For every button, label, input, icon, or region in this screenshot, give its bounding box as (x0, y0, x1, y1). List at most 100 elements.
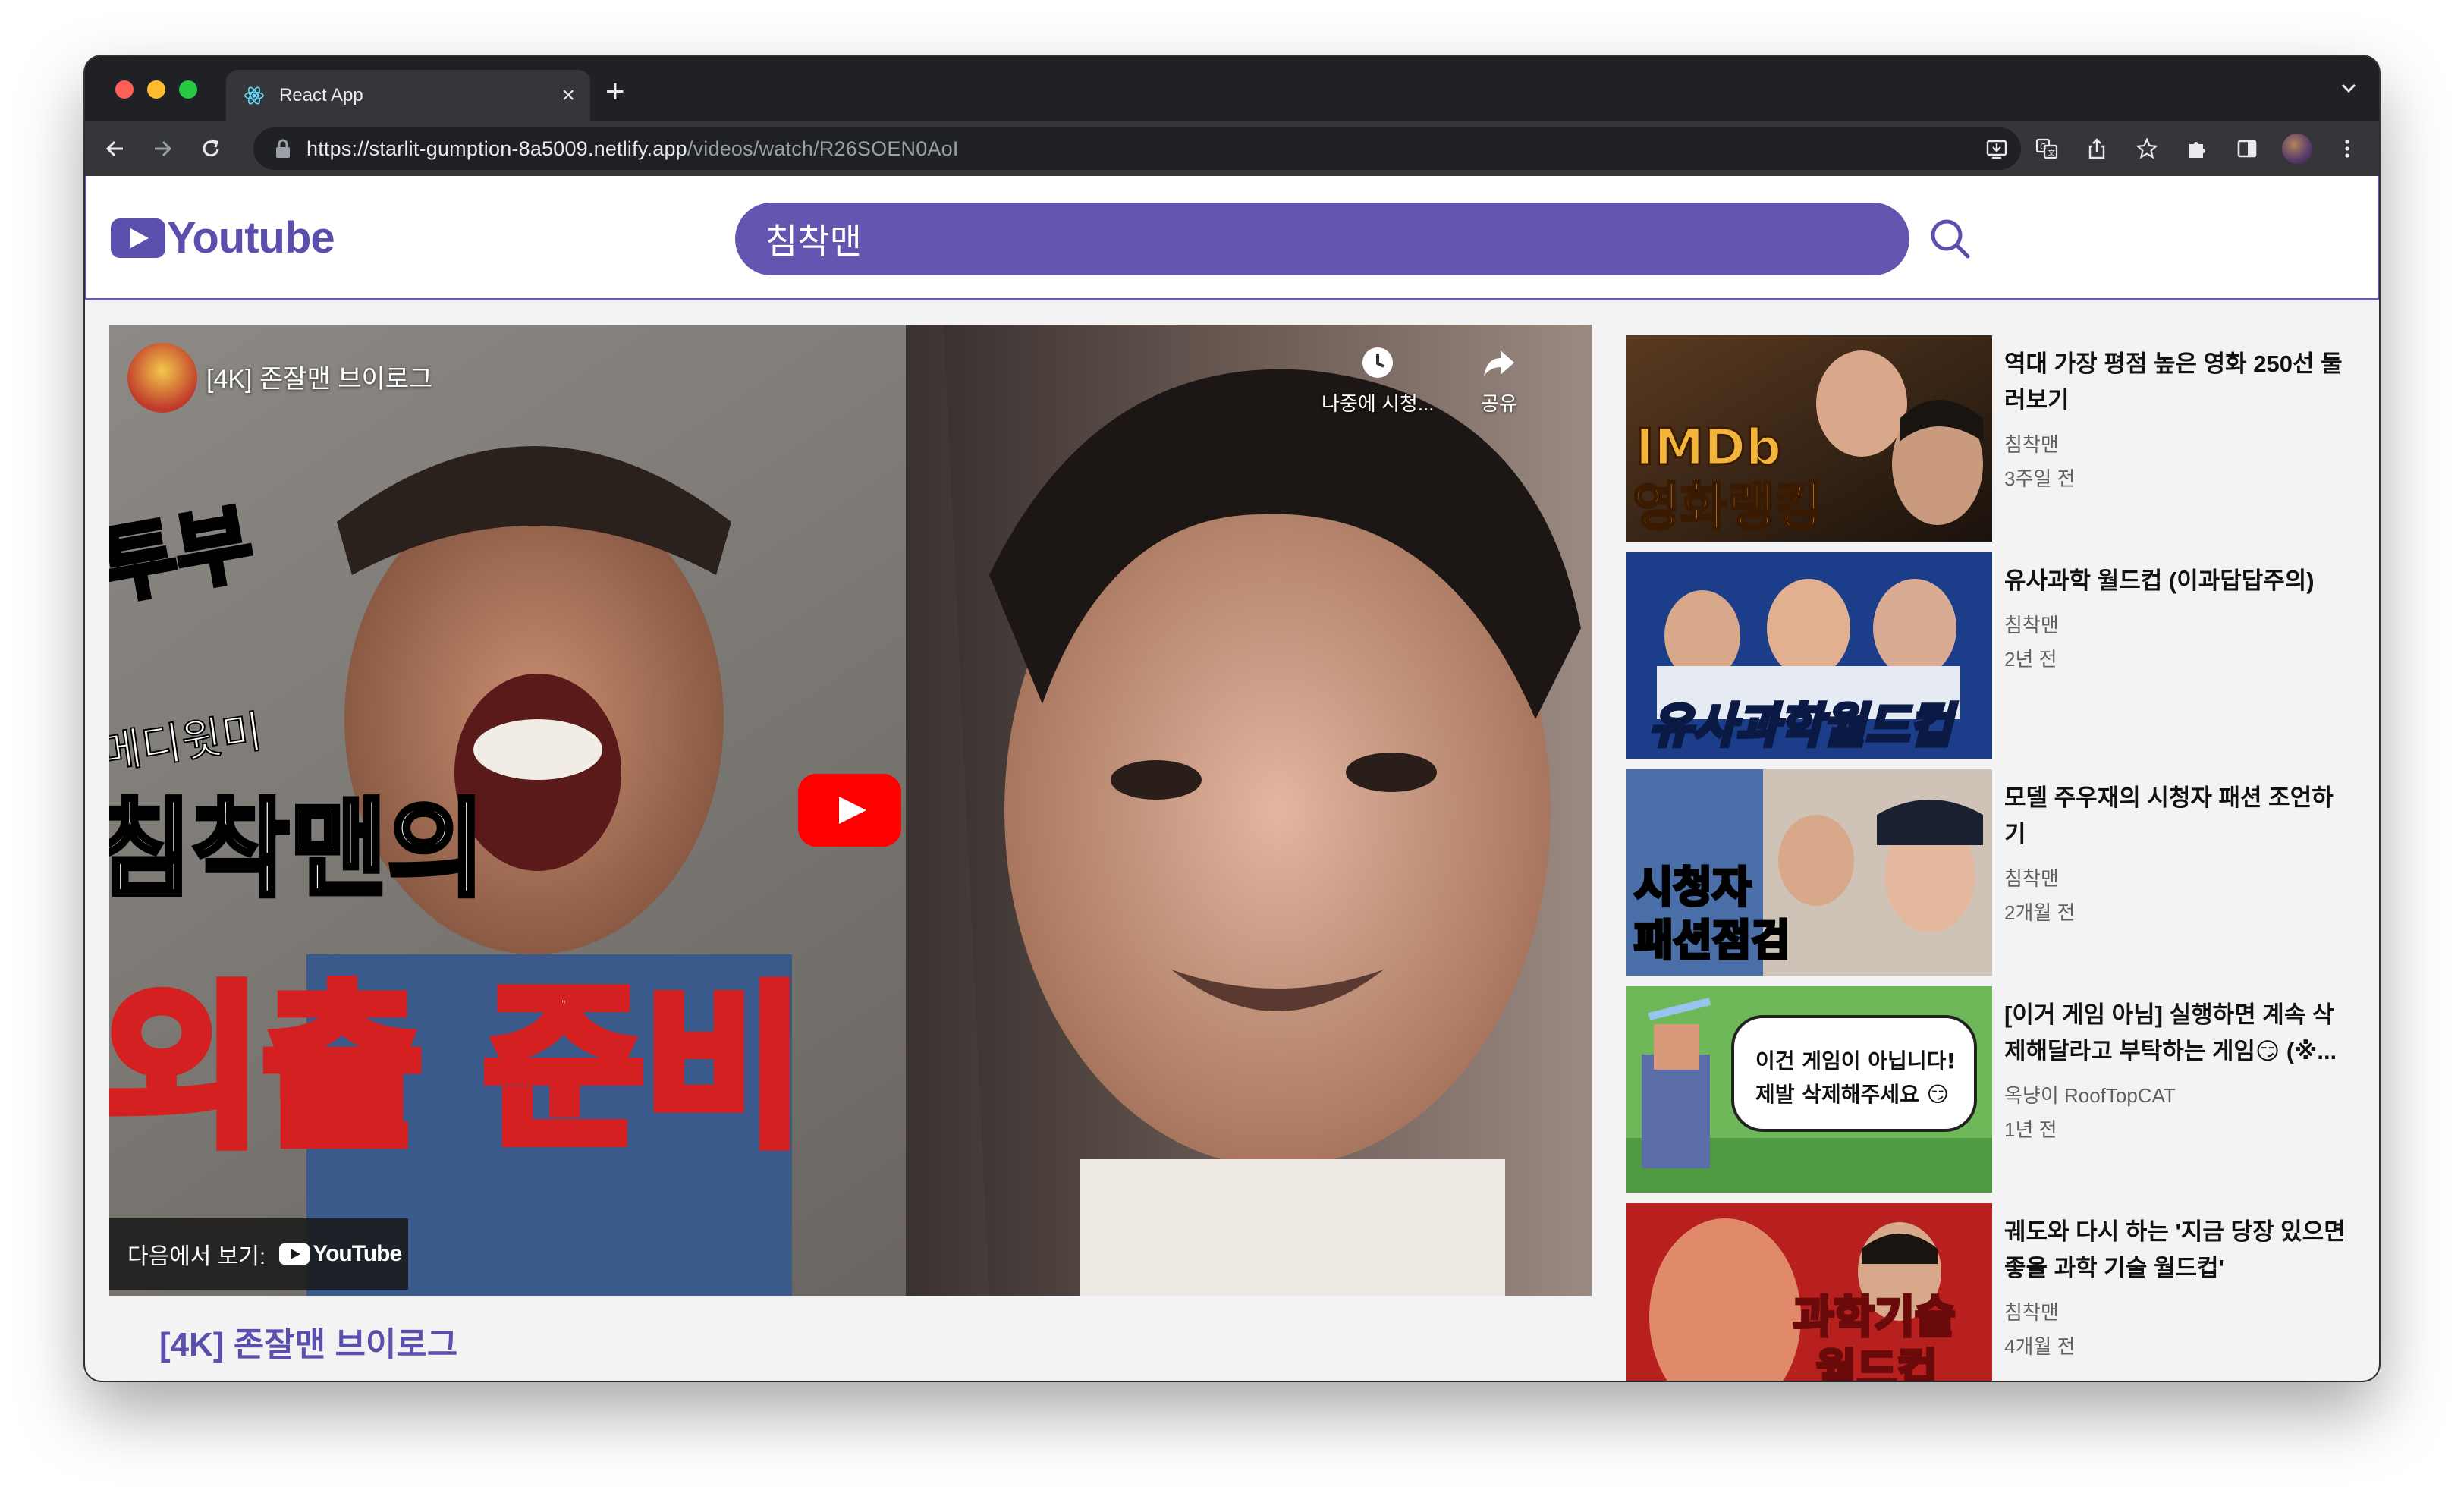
thumb-text-line: 영화랭킹 (1633, 478, 1822, 538)
search-icon[interactable] (1925, 214, 1975, 264)
translate-icon: G文 (2035, 138, 2058, 159)
thumb-text-line: 유사과학월드컵 (1649, 698, 1957, 753)
toolbar-actions: G文 (1980, 132, 2364, 165)
thumbnail-art: 시청자 패션점검 (1626, 769, 1992, 976)
arrow-left-icon (105, 140, 123, 157)
related-videos: IMDb 영화랭킹 역대 가장 평점 높은 영화 250선 둘러보기 침착맨 3… (1626, 335, 2379, 1381)
related-video-date: 3주일 전 (2004, 467, 2076, 490)
svg-text:文: 文 (2048, 148, 2055, 158)
related-video-title[interactable]: 유사과학 월드컵 (이과답답주의) (2004, 563, 2353, 599)
related-video-channel[interactable]: 침착맨 (2004, 429, 2353, 457)
related-video-channel[interactable]: 침착맨 (2004, 863, 2353, 891)
forward-button[interactable] (146, 132, 179, 165)
thumb-text-line: 월드컵 (1816, 1344, 1938, 1381)
watch-on-youtube-button[interactable]: 다음에서 보기: YouTube (109, 1218, 408, 1290)
thumbnail-art: 유사과학월드컵 (1626, 552, 1992, 759)
side-panel-button[interactable] (2230, 132, 2264, 165)
more-vertical-icon (2345, 140, 2349, 158)
related-video-item[interactable]: 시청자 패션점검 모델 주우재의 시청자 패션 조언하기 침착맨 2개월 전 (1626, 769, 2379, 986)
extensions-button[interactable] (2180, 132, 2214, 165)
tab-close-icon[interactable]: × (561, 83, 575, 108)
thumbnail-art: 이건 게임이 아닙니다! 제발 삭제해주세요 😏 (1626, 986, 1992, 1193)
related-video-date: 1년 전 (2004, 1118, 2057, 1141)
play-button[interactable] (798, 774, 901, 847)
arrow-right-icon (155, 140, 172, 157)
thumbnail-line1: 침착맨의 (109, 788, 485, 912)
thumb-text-line: 이건 게임이 아닙니다! (1755, 1048, 1956, 1073)
related-video-title[interactable]: 궤도와 다시 하는 '지금 당장 있으면 좋을 과학 기술 월드컵' (2004, 1214, 2353, 1287)
url-host: https://starlit-gumption-8a5009.netlify.… (306, 137, 687, 160)
maximize-window-button[interactable] (179, 80, 197, 99)
window-controls (115, 80, 197, 99)
video-title: [4K] 존잘맨 브이로그 (159, 1326, 458, 1363)
minimize-window-button[interactable] (147, 80, 165, 99)
browser-window: React App × + https://starlit-gumption-8… (85, 56, 2379, 1381)
puzzle-icon (2189, 142, 2205, 158)
thumbnail-line2: 외출 준비 (109, 968, 804, 1171)
web-page: Youtube 침착맨 침착맨의 외출 준비 메디윗미 투부 [4K] 존잘맨 … (85, 176, 2379, 1381)
thumbnail-art: 과학기술 월드컵 (1626, 1203, 1992, 1381)
related-video-item[interactable]: 이건 게임이 아닙니다! 제발 삭제해주세요 😏 [이거 게임 아님] 실행하면… (1626, 986, 2379, 1203)
thumbnail-art: IMDb 영화랭킹 (1626, 335, 1992, 542)
browser-toolbar: https://starlit-gumption-8a5009.netlify.… (85, 121, 2379, 176)
play-logo-icon (111, 218, 165, 258)
youtube-wordmark: YouTube (279, 1241, 402, 1267)
react-icon (244, 86, 264, 105)
back-button[interactable] (99, 132, 132, 165)
related-video-item[interactable]: 과학기술 월드컵 궤도와 다시 하는 '지금 당장 있으면 좋을 과학 기술 월… (1626, 1203, 2379, 1381)
share-icon (2088, 138, 2105, 159)
related-video-title[interactable]: 모델 주우재의 시청자 패션 조언하기 (2004, 780, 2353, 853)
side-panel-icon (2237, 140, 2257, 158)
related-video-item[interactable]: IMDb 영화랭킹 역대 가장 평점 높은 영화 250선 둘러보기 침착맨 3… (1626, 335, 2379, 552)
new-tab-button[interactable]: + (605, 73, 625, 111)
close-window-button[interactable] (115, 80, 134, 99)
related-video-title[interactable]: 역대 가장 평점 높은 영화 250선 둘러보기 (2004, 346, 2353, 419)
thumb-text-line: 시청자 (1634, 863, 1752, 913)
svg-text:G: G (2040, 142, 2047, 152)
related-video-title[interactable]: [이거 게임 아님] 실행하면 계속 삭제해달라고 부탁하는 게임😏 (※... (2004, 997, 2353, 1070)
url-path: /videos/watch/R26SOEN0AoI (687, 137, 959, 160)
related-video-info: 모델 주우재의 시청자 패션 조언하기 침착맨 2개월 전 (2004, 780, 2353, 926)
watch-later-button[interactable]: 나중에 시청... (1322, 344, 1435, 416)
profile-button[interactable] (2280, 132, 2314, 165)
reload-icon (203, 139, 219, 157)
related-video-channel[interactable]: 옥냥이 RoofTopCAT (2004, 1080, 2353, 1108)
reload-button[interactable] (194, 132, 228, 165)
lock-icon (276, 139, 290, 158)
browser-menu-button[interactable] (2330, 132, 2364, 165)
related-video-thumbnail[interactable]: 이건 게임이 아닙니다! 제발 삭제해주세요 😏 (1626, 986, 1992, 1193)
related-video-item[interactable]: 유사과학월드컵 유사과학 월드컵 (이과답답주의) 침착맨 2년 전 (1626, 552, 2379, 769)
avatar (2282, 134, 2312, 164)
app-header: Youtube (85, 176, 2379, 300)
related-video-thumbnail[interactable]: 시청자 패션점검 (1626, 769, 1992, 976)
install-app-button[interactable] (1980, 132, 2013, 165)
thumb-text-line: 과학기술 (1793, 1291, 1955, 1343)
youtube-logo[interactable]: Youtube (111, 212, 335, 263)
related-video-thumbnail[interactable]: 과학기술 월드컵 (1626, 1203, 1992, 1381)
related-video-channel[interactable]: 침착맨 (2004, 610, 2353, 638)
address-bar[interactable]: https://starlit-gumption-8a5009.netlify.… (253, 127, 2021, 170)
browser-tab[interactable]: React App × (226, 70, 590, 121)
share-page-button[interactable] (2080, 132, 2114, 165)
search-input[interactable] (735, 203, 1909, 275)
logo-text: Youtube (167, 213, 335, 262)
channel-avatar[interactable] (127, 343, 197, 413)
related-video-date: 2개월 전 (2004, 901, 2076, 924)
share-button[interactable]: 공유 (1481, 344, 1517, 416)
tab-title: React App (279, 85, 363, 105)
related-video-thumbnail[interactable]: 유사과학월드컵 (1626, 552, 1992, 759)
thumb-text-line: 제발 삭제해주세요 😏 (1755, 1082, 1949, 1107)
related-video-thumbnail[interactable]: IMDb 영화랭킹 (1626, 335, 1992, 542)
related-video-date: 2년 전 (2004, 648, 2057, 671)
bookmark-button[interactable] (2130, 132, 2164, 165)
video-player[interactable]: 침착맨의 외출 준비 메디윗미 투부 [4K] 존잘맨 브이로그 나중에 시청.… (109, 325, 1592, 1296)
related-video-info: [이거 게임 아님] 실행하면 계속 삭제해달라고 부탁하는 게임😏 (※...… (2004, 997, 2353, 1143)
translate-button[interactable]: G文 (2030, 132, 2063, 165)
share-label: 공유 (1481, 392, 1517, 415)
player-video-title[interactable]: [4K] 존잘맨 브이로그 (206, 358, 432, 395)
watch-later-label: 나중에 시청... (1322, 392, 1435, 415)
youtube-play-icon (279, 1243, 310, 1265)
star-icon (2136, 137, 2158, 159)
related-video-channel[interactable]: 침착맨 (2004, 1297, 2353, 1325)
chevron-down-icon[interactable] (2338, 77, 2359, 99)
